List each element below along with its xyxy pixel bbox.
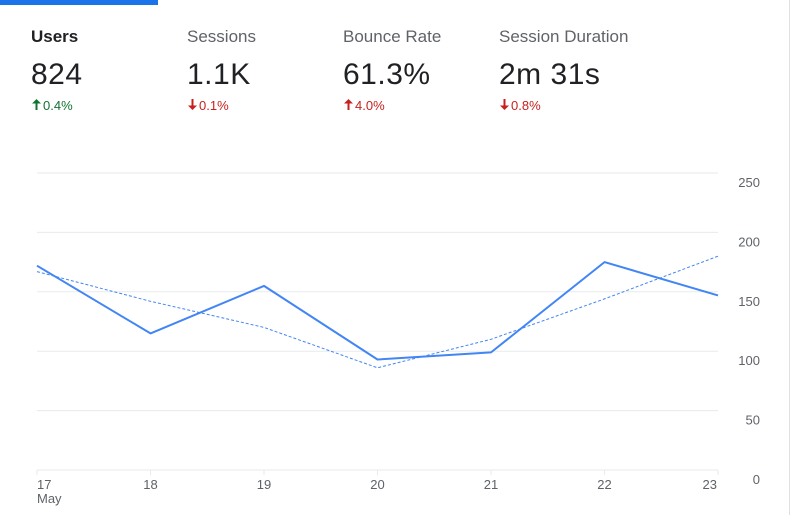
y-tick-label: 0 (753, 472, 760, 487)
x-tick-label: 19 (257, 477, 271, 492)
y-tick-label: 50 (746, 413, 760, 428)
analytics-overview-card: Users 824 0.4% Sessions 1.1K 0.1% Bounce… (0, 0, 790, 515)
x-tick-label: 22 (597, 477, 611, 492)
series-line-solid (36, 261, 719, 361)
y-tick-label: 200 (738, 234, 760, 249)
x-tick-sublabel: May (37, 491, 62, 506)
y-tick-label: 150 (738, 294, 760, 309)
y-tick-label: 250 (738, 175, 760, 190)
y-tick-label: 100 (738, 353, 760, 368)
users-line-chart: 0 50 100 150 200 250 17 18 19 20 21 22 23 May (36, 172, 760, 506)
x-tick-label: 18 (143, 477, 157, 492)
x-tick-label: 23 (703, 477, 717, 492)
x-tick-label: 21 (484, 477, 498, 492)
x-tick-label: 20 (370, 477, 384, 492)
x-tick-label: 17 (37, 477, 51, 492)
